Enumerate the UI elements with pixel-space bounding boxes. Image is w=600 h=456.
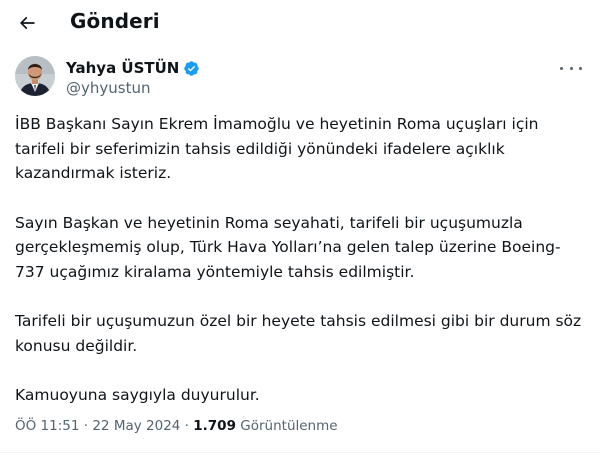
avatar-image (15, 56, 55, 96)
tweet-paragraph: İBB Başkanı Sayın Ekrem İmamoğlu ve heye… (15, 115, 539, 182)
avatar[interactable] (15, 56, 55, 96)
meta-separator: · (83, 418, 89, 434)
meta-separator: · (184, 418, 189, 434)
tweet-time[interactable]: ÖÖ 11:51 (15, 418, 79, 434)
author-handle[interactable]: @yhyustun (66, 79, 150, 97)
views-label: Görüntülenme (240, 418, 338, 434)
tweet-paragraph: Kamuoyuna saygıyla duyurulur. (15, 386, 260, 404)
tweet-meta: ÖÖ 11:51 · 22 May 2024 · 1.709 Görüntüle… (15, 418, 338, 434)
author-name-text: Yahya ÜSTÜN (66, 59, 180, 77)
post-page: Gönderi Yahya ÜSTÜN @yhyustun İBB Başkan… (0, 0, 600, 456)
tweet-date[interactable]: 22 May 2024 (92, 418, 180, 434)
page-title: Gönderi (70, 9, 160, 33)
verified-badge-icon (184, 60, 200, 76)
page-header: Gönderi (0, 0, 600, 44)
more-horizontal-icon-dot (560, 66, 563, 70)
tweet-text: İBB Başkanı Sayın Ekrem İmamoğlu ve heye… (15, 112, 590, 408)
back-button[interactable] (10, 6, 44, 40)
arrow-left-icon (19, 16, 35, 30)
author-name[interactable]: Yahya ÜSTÜN (66, 59, 200, 77)
more-options-button[interactable] (560, 60, 582, 76)
more-horizontal-icon-dot (579, 66, 582, 70)
tweet-paragraph: Tarifeli bir uçuşumuzun özel bir heyete … (15, 312, 582, 355)
views-count: 1.709 (193, 418, 236, 434)
tweet-paragraph: Sayın Başkan ve heyetinin Roma seyahati,… (15, 213, 561, 281)
divider (0, 452, 600, 453)
more-horizontal-icon-dot (569, 66, 573, 70)
